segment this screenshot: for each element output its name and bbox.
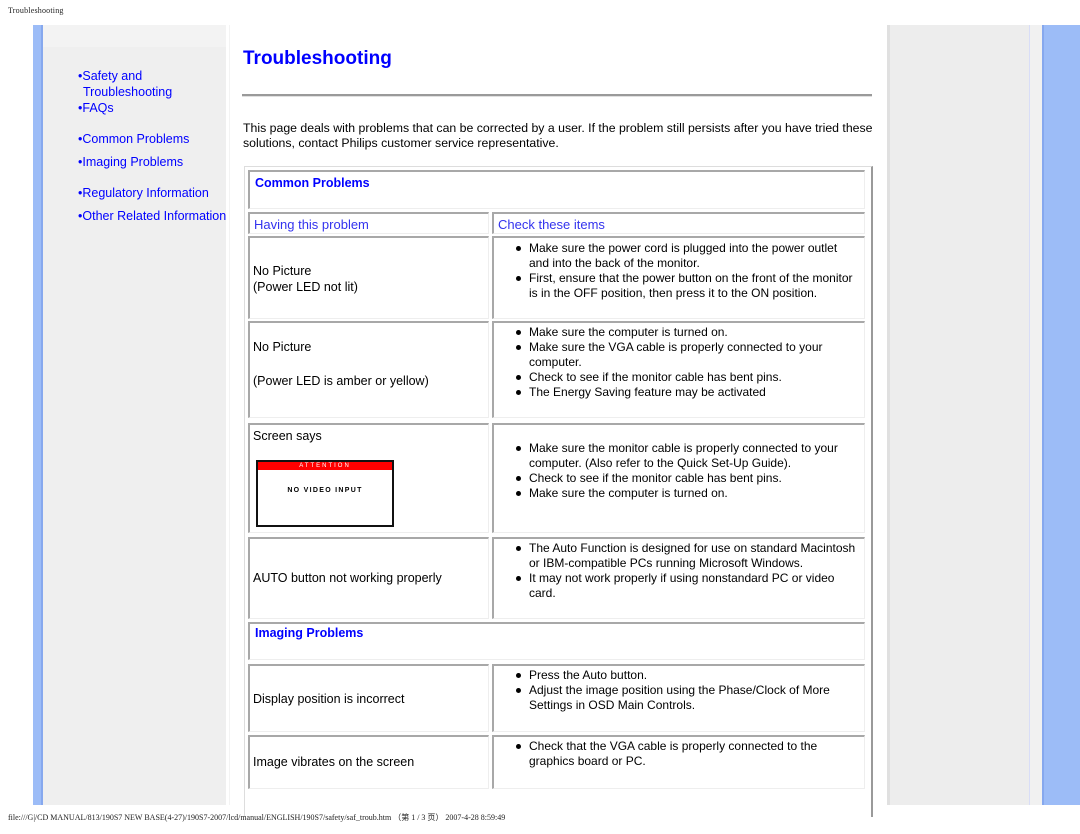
sidebar-nav: •Safety and Troubleshooting •FAQs •Commo… — [78, 68, 226, 224]
imaging-problems-header: Imaging Problems — [248, 622, 865, 660]
osd-header: ATTENTION — [258, 462, 392, 470]
problem-text: Screen says — [253, 429, 322, 443]
col-header-check: Check these items — [492, 212, 865, 234]
right-panel — [887, 25, 1030, 805]
horizontal-rule — [242, 94, 872, 97]
check-item: The Energy Saving feature may be activat… — [514, 385, 858, 400]
sidebar-item-safety-cont[interactable]: Troubleshooting — [78, 84, 226, 100]
check-item: First, ensure that the power button on t… — [514, 271, 858, 301]
problem-detail: (Power LED not lit) — [253, 280, 358, 294]
osd-attention-image: ATTENTION NO VIDEO INPUT — [256, 460, 394, 527]
problem-text: No Picture — [253, 264, 312, 278]
left-accent-bar — [33, 25, 43, 805]
intro-text: This page deals with problems that can b… — [243, 121, 873, 150]
check-item: The Auto Function is designed for use on… — [514, 541, 858, 571]
check-item: Adjust the image position using the Phas… — [514, 683, 858, 713]
problem-text: No Picture — [253, 340, 312, 354]
table-row-checks: Make sure the monitor cable is properly … — [492, 423, 865, 533]
problem-text: Image vibrates on the screen — [253, 755, 415, 769]
section-title-common: Common Problems — [255, 176, 370, 190]
check-item: Make sure the VGA cable is properly conn… — [514, 340, 858, 370]
sidebar-item-regulatory[interactable]: •Regulatory Information — [78, 185, 226, 201]
col-header-problem: Having this problem — [248, 212, 489, 234]
table-row-checks: Check that the VGA cable is properly con… — [492, 735, 865, 789]
table-row-problem: Screen says ATTENTION NO VIDEO INPUT — [248, 423, 489, 533]
check-item: Make sure the computer is turned on. — [514, 486, 858, 501]
problem-text: Display position is incorrect — [253, 692, 405, 706]
check-item: Make sure the computer is turned on. — [514, 325, 858, 340]
table-row-checks: Make sure the power cord is plugged into… — [492, 236, 865, 319]
divider — [229, 25, 230, 805]
check-item: Check to see if the monitor cable has be… — [514, 370, 858, 385]
table-row-checks: Make sure the computer is turned on. Mak… — [492, 321, 865, 418]
table-row-problem: No Picture (Power LED not lit) — [248, 236, 489, 319]
table-row-problem: No Picture (Power LED is amber or yellow… — [248, 321, 489, 418]
table-row-problem: Display position is incorrect — [248, 664, 489, 732]
sidebar-item-other-info[interactable]: •Other Related Information — [78, 208, 226, 224]
sidebar-item-faqs[interactable]: •FAQs — [78, 100, 226, 116]
problem-detail: (Power LED is amber or yellow) — [253, 374, 429, 388]
col-header-check-label: Check these items — [498, 217, 605, 232]
check-item: It may not work properly if using nonsta… — [514, 571, 858, 601]
check-item: Press the Auto button. — [514, 668, 858, 683]
check-item: Make sure the monitor cable is properly … — [514, 441, 858, 471]
print-header: Troubleshooting — [8, 6, 64, 15]
osd-message: NO VIDEO INPUT — [287, 487, 363, 494]
table-row-problem: AUTO button not working properly — [248, 537, 489, 619]
sidebar-item-common-problems[interactable]: •Common Problems — [78, 131, 226, 147]
sidebar-item-imaging-problems[interactable]: •Imaging Problems — [78, 154, 226, 170]
section-title-imaging: Imaging Problems — [255, 626, 364, 640]
problem-text: AUTO button not working properly — [253, 571, 442, 585]
check-item: Check to see if the monitor cable has be… — [514, 471, 858, 486]
sidebar-item-safety[interactable]: •Safety and — [78, 68, 226, 84]
right-gap — [1030, 25, 1042, 805]
table-row-checks: Press the Auto button. Adjust the image … — [492, 664, 865, 732]
table-row-problem: Image vibrates on the screen — [248, 735, 489, 789]
right-accent-bar — [1042, 25, 1080, 805]
page-title: Troubleshooting — [243, 48, 392, 69]
common-problems-header: Common Problems — [248, 170, 865, 209]
col-header-problem-label: Having this problem — [254, 217, 369, 232]
table-row-checks: The Auto Function is designed for use on… — [492, 537, 865, 619]
check-item: Make sure the power cord is plugged into… — [514, 241, 858, 271]
check-item: Check that the VGA cable is properly con… — [514, 739, 858, 769]
print-footer: file:///G|/CD MANUAL/813/190S7 NEW BASE(… — [8, 813, 506, 822]
